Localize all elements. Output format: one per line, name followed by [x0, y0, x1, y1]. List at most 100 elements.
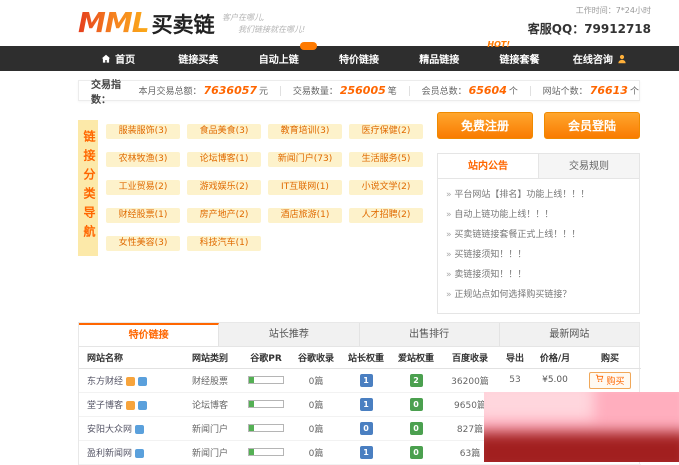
- pr-meter: [248, 400, 284, 408]
- nav-item-link-trade[interactable]: 链接买卖: [158, 46, 238, 71]
- notice-list: 平台网站【排名】功能上线！！！ 自动上链功能上线！！！ 买卖链链接套餐正式上线！…: [438, 179, 639, 313]
- stat-unit: 元: [259, 84, 268, 97]
- category-grid: 服装服饰(3) 食品美食(3) 教育培训(3) 医疗保健(2) 农林牧渔(3) …: [106, 124, 434, 264]
- category-chip[interactable]: 工业贸易(2): [106, 180, 180, 195]
- category-chip[interactable]: IT互联网(1): [268, 180, 342, 195]
- category-chip[interactable]: 财经股票(1): [106, 208, 180, 223]
- blurred-region: [484, 392, 679, 462]
- stat-value: 76613: [590, 84, 628, 97]
- tagline-line2: 我们链接就在哪儿!: [238, 24, 305, 36]
- tab-sales-ranking[interactable]: 出售排行: [360, 323, 500, 346]
- site-link[interactable]: 东方财经: [87, 377, 123, 387]
- stat-site-count: 网站个数： 76613 个: [543, 84, 639, 97]
- stat-label: 交易数量：: [293, 84, 338, 97]
- nav-item-special-links[interactable]: 特价链接: [319, 46, 399, 71]
- register-button[interactable]: 免费注册: [437, 112, 533, 139]
- site-info-icon[interactable]: [138, 377, 147, 386]
- category-panel: 链接分类导航 服装服饰(3) 食品美食(3) 教育培训(3) 医疗保健(2) 农…: [78, 112, 434, 316]
- nav-label: 精品链接: [419, 51, 459, 66]
- col-site-category: 网站类别: [179, 347, 241, 368]
- google-index: 0篇: [291, 392, 341, 416]
- category-chip[interactable]: 教育培训(3): [268, 124, 342, 139]
- google-index: 0篇: [291, 440, 341, 464]
- col-site-name: 网站名称: [79, 347, 179, 368]
- category-chip[interactable]: 科技汽车(1): [187, 236, 261, 251]
- stat-monthly-volume: 本月交易总额： 7636057 元: [138, 84, 268, 97]
- table-row: 东方财经 财经股票 0篇 1 2 36200篇 53 ¥5.00 购买: [79, 368, 641, 392]
- site-link[interactable]: 堂子博客: [87, 401, 123, 411]
- login-button[interactable]: 会员登陆: [544, 112, 640, 139]
- nav-label: 在线咨询: [573, 51, 613, 66]
- nav-inner: 首页 链接买卖 自动上链 特价链接 精品链接 HOT! 链接套餐 在线咨询: [78, 46, 640, 71]
- category-chip[interactable]: 生活服务(5): [349, 152, 423, 167]
- nav-item-premium-links[interactable]: 精品链接: [399, 46, 479, 71]
- pr-meter: [248, 448, 284, 456]
- category-chip[interactable]: 小说文学(2): [349, 180, 423, 195]
- export-count: 53: [499, 368, 531, 392]
- logo-mml: MML: [78, 6, 149, 39]
- nav-label: 特价链接: [339, 51, 379, 66]
- site-info-icon[interactable]: [135, 449, 144, 458]
- stat-value: 256005: [340, 84, 386, 97]
- col-google-index: 谷歌收录: [291, 347, 341, 368]
- category-chip[interactable]: 房产地产(2): [187, 208, 261, 223]
- site-info-icon[interactable]: [138, 401, 147, 410]
- aizhan-weight-badge: 0: [410, 446, 423, 459]
- nav-item-online-consult[interactable]: 在线咨询: [560, 46, 640, 71]
- category-chip[interactable]: 游戏娱乐(2): [187, 180, 261, 195]
- divider: [409, 86, 410, 96]
- tab-special-links[interactable]: 特价链接: [79, 323, 219, 346]
- stat-value: 65604: [469, 84, 507, 97]
- nav-item-link-package[interactable]: HOT! 链接套餐: [479, 46, 559, 71]
- stat-label: 本月交易总额：: [138, 84, 201, 97]
- tab-newest-sites[interactable]: 最新网站: [500, 323, 639, 346]
- category-chip[interactable]: 服装服饰(3): [106, 124, 180, 139]
- buy-label: 购买: [606, 374, 624, 387]
- category-chip[interactable]: 食品美食(3): [187, 124, 261, 139]
- stat-unit: 个: [509, 84, 518, 97]
- site-link[interactable]: 盈利新闻网: [87, 449, 132, 459]
- price: ¥5.00: [531, 368, 579, 392]
- site-category: 论坛博客: [179, 392, 241, 416]
- logo-name: 买卖链: [152, 9, 215, 39]
- site-info-icon[interactable]: [135, 425, 144, 434]
- category-chip[interactable]: 论坛博客(1): [187, 152, 261, 167]
- col-aizhan-weight: 爱站权重: [391, 347, 441, 368]
- favorite-icon[interactable]: [126, 377, 135, 386]
- category-chip[interactable]: 医疗保健(2): [349, 124, 423, 139]
- pr-meter: [248, 424, 284, 432]
- col-buy: 购买: [579, 347, 641, 368]
- category-chip[interactable]: 新闻门户(73): [268, 152, 342, 167]
- table-header-row: 网站名称 网站类别 谷歌PR 谷歌收录 站长权重 爱站权重 百度收录 导出 价格…: [79, 347, 641, 368]
- aizhan-weight-badge: 0: [410, 422, 423, 435]
- category-chip[interactable]: 酒店旅游(1): [268, 208, 342, 223]
- site-logo[interactable]: MML 买卖链: [78, 6, 215, 39]
- tab-site-announcements[interactable]: 站内公告: [438, 154, 539, 178]
- category-chip[interactable]: 人才招聘(2): [349, 208, 423, 223]
- tab-trade-rules[interactable]: 交易规则: [539, 154, 639, 178]
- nav-item-home[interactable]: 首页: [78, 46, 158, 71]
- notice-item[interactable]: 平台网站【排名】功能上线！！！: [446, 185, 631, 205]
- notice-item[interactable]: 正规站点如何选择购买链接？: [446, 285, 631, 305]
- buy-button[interactable]: 购买: [589, 372, 630, 389]
- notice-item[interactable]: 自动上链功能上线！！！: [446, 205, 631, 225]
- pr-meter: [248, 376, 284, 384]
- site-link[interactable]: 安阳大众网: [87, 425, 132, 435]
- pr-fill: [249, 401, 254, 407]
- notice-item[interactable]: 卖链接须知！！！: [446, 265, 631, 285]
- col-export: 导出: [499, 347, 531, 368]
- category-chip[interactable]: 女性美容(3): [106, 236, 180, 251]
- col-webmaster-weight: 站长权重: [341, 347, 391, 368]
- stats-title: 交易指数：: [91, 76, 130, 106]
- auth-buttons: 免费注册 会员登陆: [437, 112, 640, 139]
- notice-item[interactable]: 买链接须知！！！: [446, 245, 631, 265]
- nav-item-auto-link[interactable]: 自动上链: [239, 46, 319, 71]
- site-category: 新闻门户: [179, 416, 241, 440]
- category-vertical-label: 链接分类导航: [78, 120, 98, 256]
- favorite-icon[interactable]: [126, 401, 135, 410]
- tab-webmaster-picks[interactable]: 站长推荐: [219, 323, 359, 346]
- site-category: 新闻门户: [179, 440, 241, 464]
- stat-label: 会员总数：: [422, 84, 467, 97]
- notice-item[interactable]: 买卖链链接套餐正式上线！！！: [446, 225, 631, 245]
- category-chip[interactable]: 农林牧渔(3): [106, 152, 180, 167]
